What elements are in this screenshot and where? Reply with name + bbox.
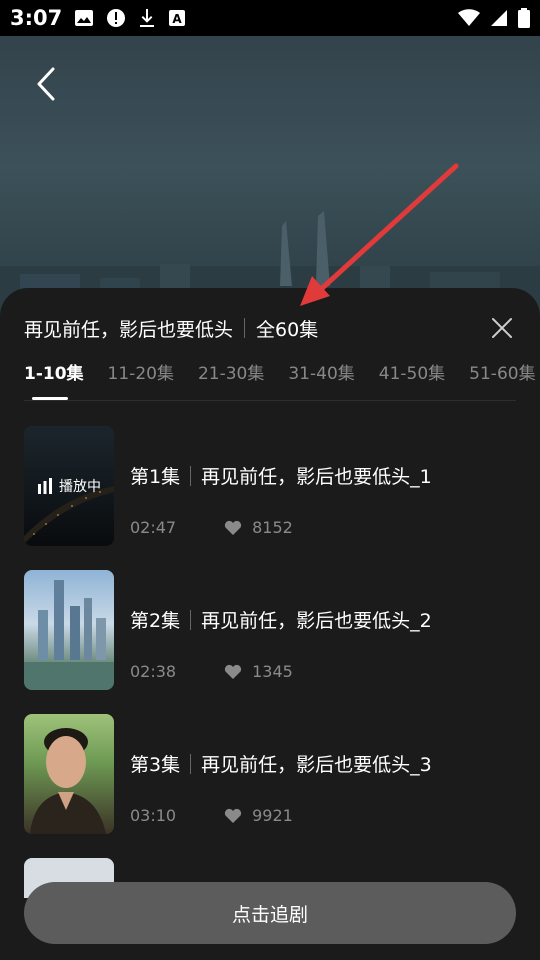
playing-overlay: 播放中 — [24, 426, 114, 546]
episode-name: 再见前任，影后也要低头_1 — [201, 466, 432, 488]
heart-icon — [224, 808, 242, 824]
episode-name: 再见前任，影后也要低头_3 — [201, 754, 432, 776]
tab-21-30[interactable]: 21-30集 — [198, 360, 264, 400]
equalizer-icon — [38, 478, 52, 494]
svg-text:A: A — [173, 12, 183, 26]
wifi-icon — [458, 9, 480, 26]
title-divider — [244, 318, 246, 338]
follow-drama-button[interactable]: 点击追剧 — [24, 882, 516, 944]
status-bar: 3:07 A — [0, 0, 540, 36]
episode-number: 第3集 — [130, 754, 181, 776]
episode-thumbnail: 播放中 — [24, 426, 114, 546]
episode-thumbnail — [24, 570, 114, 690]
playing-label: 播放中 — [59, 479, 101, 495]
episode-duration: 02:47 — [130, 518, 177, 537]
episode-duration: 02:38 — [130, 662, 177, 681]
episode-list: 播放中 第1集 再见前任，影后也要低头_1 02:47 8152 第2集 再见前… — [24, 426, 516, 922]
episode-divider — [190, 753, 192, 774]
skyline-image — [0, 211, 540, 326]
back-button[interactable] — [28, 64, 64, 104]
signal-icon — [491, 10, 507, 26]
episode-item-2[interactable]: 第2集 再见前任，影后也要低头_2 02:38 1345 — [24, 570, 516, 690]
episode-likes: 8152 — [252, 518, 293, 537]
episode-number: 第1集 — [130, 466, 181, 488]
chevron-left-icon — [37, 67, 55, 101]
city-skyline-image — [24, 580, 114, 690]
episode-name: 再见前任，影后也要低头_2 — [201, 610, 432, 632]
battery-icon — [518, 8, 530, 28]
actor-portrait-image — [30, 728, 106, 834]
close-button[interactable] — [488, 314, 516, 342]
episode-range-tabs: 1-10集 11-20集 21-30集 31-40集 41-50集 51-60集 — [24, 360, 536, 401]
episode-divider — [190, 465, 192, 486]
episode-duration: 03:10 — [130, 806, 177, 825]
image-icon — [75, 10, 94, 26]
heart-icon — [224, 520, 242, 536]
episode-likes: 9921 — [252, 806, 293, 825]
tab-1-10[interactable]: 1-10集 — [24, 360, 84, 400]
episode-item-1[interactable]: 播放中 第1集 再见前任，影后也要低头_1 02:47 8152 — [24, 426, 516, 546]
drama-title: 再见前任，影后也要低头 — [24, 318, 234, 341]
alert-icon — [107, 9, 126, 27]
sheet-header: 再见前任，影后也要低头 全60集 — [24, 312, 516, 344]
episode-item-3[interactable]: 第3集 再见前任，影后也要低头_3 03:10 9921 — [24, 714, 516, 834]
episode-thumbnail — [24, 714, 114, 834]
episode-sheet: 再见前任，影后也要低头 全60集 1-10集 11-20集 21-30集 31-… — [0, 288, 540, 960]
episode-number: 第2集 — [130, 610, 181, 632]
a-box-icon: A — [169, 10, 186, 26]
tab-51-60[interactable]: 51-60集 — [469, 360, 535, 400]
status-time: 3:07 — [10, 6, 63, 30]
close-icon — [492, 318, 512, 338]
episode-total: 全60集 — [256, 318, 319, 341]
tab-11-20[interactable]: 11-20集 — [108, 360, 174, 400]
tab-31-40[interactable]: 31-40集 — [288, 360, 354, 400]
episode-divider — [190, 609, 192, 630]
download-icon — [140, 9, 155, 27]
heart-icon — [224, 664, 242, 680]
episode-likes: 1345 — [252, 662, 293, 681]
tab-41-50[interactable]: 41-50集 — [379, 360, 445, 400]
video-background — [0, 36, 540, 326]
